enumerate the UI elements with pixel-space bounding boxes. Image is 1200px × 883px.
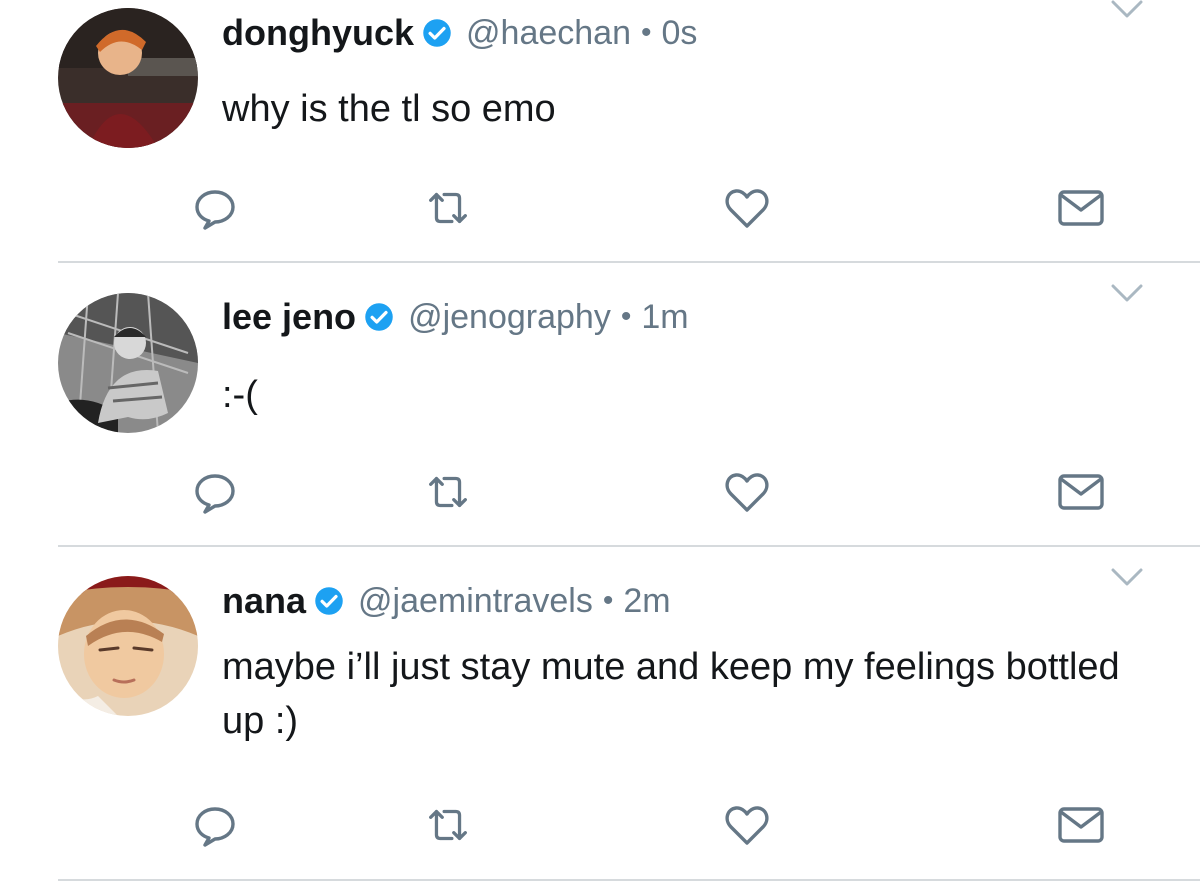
retweet-icon[interactable] xyxy=(423,183,473,233)
verified-badge-icon xyxy=(364,302,394,332)
retweet-icon[interactable] xyxy=(423,800,473,850)
tweet-actions xyxy=(0,467,1200,517)
reply-icon[interactable] xyxy=(190,467,240,517)
chevron-down-icon[interactable] xyxy=(1110,0,1144,20)
tweet-actions xyxy=(0,183,1200,233)
separator-dot: • xyxy=(620,300,632,333)
timeline: donghyuck @haechan • 0s why is the tl so… xyxy=(0,0,1200,883)
handle[interactable]: @haechan xyxy=(466,14,631,53)
tweet[interactable]: donghyuck @haechan • 0s why is the tl so… xyxy=(0,0,1200,263)
reply-icon[interactable] xyxy=(190,800,240,850)
handle[interactable]: @jenography xyxy=(408,298,611,337)
avatar[interactable] xyxy=(58,576,198,716)
heart-icon[interactable] xyxy=(722,467,772,517)
divider xyxy=(58,879,1200,881)
verified-badge-icon xyxy=(422,18,452,48)
heart-icon[interactable] xyxy=(722,183,772,233)
tweet-text: maybe i’ll just stay mute and keep my fe… xyxy=(222,646,1120,742)
display-name[interactable]: donghyuck xyxy=(222,12,414,54)
separator-dot: • xyxy=(641,16,652,49)
timestamp[interactable]: 0s xyxy=(662,14,698,53)
chevron-down-icon[interactable] xyxy=(1110,284,1144,304)
heart-icon[interactable] xyxy=(722,800,772,850)
display-name[interactable]: nana xyxy=(222,580,306,622)
tweet[interactable]: lee jeno @jenography • 1m :-( xyxy=(0,263,1200,547)
envelope-icon[interactable] xyxy=(1056,183,1106,233)
tweet-text: :-( xyxy=(222,374,258,416)
separator-dot: • xyxy=(602,584,614,617)
timestamp[interactable]: 2m xyxy=(623,582,670,621)
avatar[interactable] xyxy=(58,8,198,148)
tweet[interactable]: nana @jaemintravels • 2m maybe i’ll just… xyxy=(0,547,1200,883)
tweet-text: why is the tl so emo xyxy=(222,88,556,130)
verified-badge-icon xyxy=(314,586,344,616)
envelope-icon[interactable] xyxy=(1056,467,1106,517)
envelope-icon[interactable] xyxy=(1056,800,1106,850)
display-name[interactable]: lee jeno xyxy=(222,296,356,338)
avatar[interactable] xyxy=(58,293,198,433)
tweet-actions xyxy=(0,800,1200,850)
chevron-down-icon[interactable] xyxy=(1110,568,1144,588)
handle[interactable]: @jaemintravels xyxy=(358,582,593,621)
reply-icon[interactable] xyxy=(190,183,240,233)
timestamp[interactable]: 1m xyxy=(641,298,688,337)
retweet-icon[interactable] xyxy=(423,467,473,517)
